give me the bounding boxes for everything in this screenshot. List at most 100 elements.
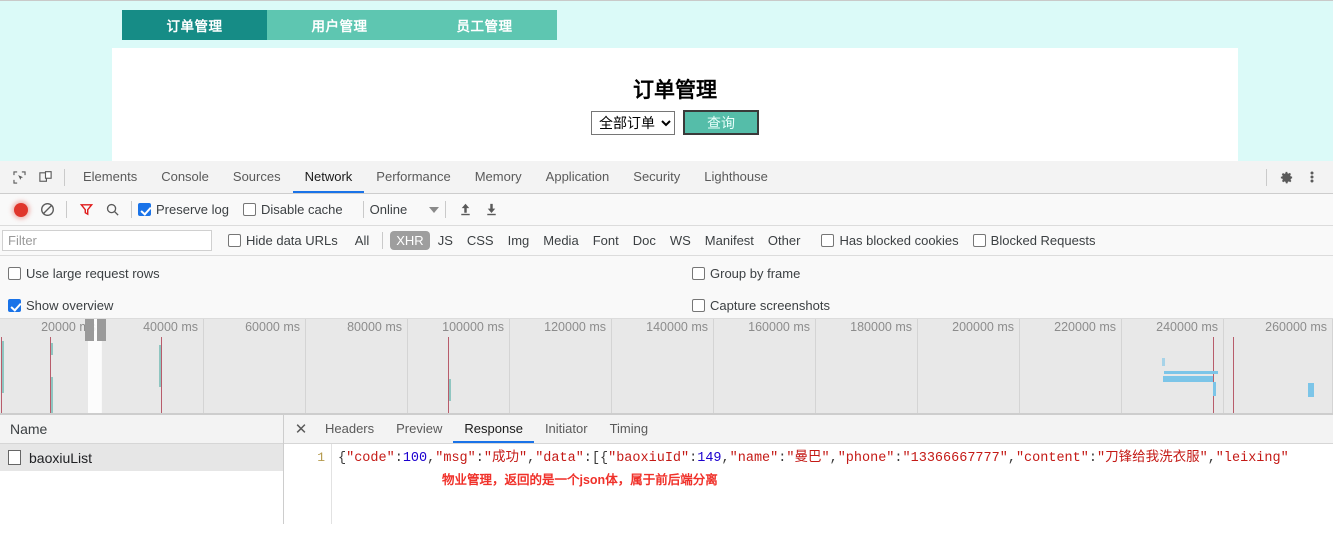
tab-elements[interactable]: Elements [71, 161, 149, 193]
throttling-value: Online [369, 202, 408, 217]
device-toolbar-icon[interactable] [32, 164, 58, 190]
network-overview-timeline[interactable]: 20000 ms 40000 ms 60000 ms 80000 ms 1000… [0, 319, 1333, 414]
search-icon[interactable] [99, 197, 125, 223]
overview-request-marker [1233, 337, 1234, 413]
overview-tick: 120000 ms [510, 319, 612, 413]
document-icon [8, 450, 21, 465]
type-chip-xhr[interactable]: XHR [390, 231, 430, 250]
type-chip-doc[interactable]: Doc [627, 231, 662, 250]
detail-tabstrip: ✕ Headers Preview Response Initiator Tim… [284, 415, 1333, 444]
clear-icon[interactable] [34, 197, 60, 223]
tab-security[interactable]: Security [621, 161, 692, 193]
more-options-icon[interactable] [1299, 164, 1325, 190]
blocked-requests-box [972, 234, 986, 247]
hide-data-urls-label: Hide data URLs [246, 233, 338, 248]
use-large-request-rows-checkbox[interactable]: Use large request rows [8, 266, 160, 281]
json-token-punct: , [1007, 451, 1016, 466]
nav-tab-users[interactable]: 用户管理 [267, 10, 412, 40]
close-icon[interactable]: ✕ [288, 416, 314, 442]
response-json-text: {"code":100,"msg":"成功","data":[{"baoxiuI… [332, 444, 1333, 468]
tab-application[interactable]: Application [534, 161, 622, 193]
annotation-text: 物业管理，返回的是一个json体，属于前后端分离 [442, 473, 718, 487]
json-token-key: "name" [729, 451, 779, 466]
show-overview-checkbox[interactable]: Show overview [8, 298, 113, 313]
type-chip-font[interactable]: Font [587, 231, 625, 250]
hide-data-urls-checkbox[interactable]: Hide data URLs [228, 233, 338, 248]
overview-tick: 140000 ms [612, 319, 714, 413]
disable-cache-box [242, 203, 256, 216]
json-token-key: "曼巴" [786, 451, 830, 466]
overview-request-bar [1213, 382, 1216, 396]
detail-tab-initiator[interactable]: Initiator [534, 415, 599, 443]
tab-console[interactable]: Console [149, 161, 221, 193]
tab-memory[interactable]: Memory [463, 161, 534, 193]
query-button[interactable]: 查询 [683, 110, 759, 135]
filter-input[interactable] [2, 230, 212, 251]
device-toolbar-glyph [38, 170, 52, 182]
search-glyph [106, 203, 119, 216]
json-token-punct: :[{ [583, 451, 609, 466]
type-chip-ws[interactable]: WS [664, 231, 697, 250]
blocked-requests-checkbox[interactable]: Blocked Requests [972, 233, 1095, 248]
import-glyph [461, 203, 470, 216]
detail-tab-preview[interactable]: Preview [385, 415, 453, 443]
line-number-gutter: 1 [284, 444, 332, 524]
page-title: 订单管理 [633, 79, 717, 102]
show-overview-label: Show overview [26, 298, 114, 313]
type-chip-img[interactable]: Img [502, 231, 536, 250]
filter-glyph [79, 204, 93, 216]
type-chip-other[interactable]: Other [762, 231, 807, 250]
overview-tick: 40000 ms [102, 319, 204, 413]
detail-tab-response[interactable]: Response [453, 415, 534, 443]
overview-tick-label: 240000 ms [1156, 320, 1218, 334]
request-list-header-name[interactable]: Name [0, 415, 283, 444]
order-filter-select[interactable]: 全部订单 [591, 110, 675, 135]
table-row[interactable]: baoxiuList [0, 444, 283, 471]
tab-performance[interactable]: Performance [364, 161, 462, 193]
tab-sources[interactable]: Sources [221, 161, 293, 193]
gear-icon[interactable] [1273, 164, 1299, 190]
detail-tab-headers[interactable]: Headers [314, 415, 385, 443]
tab-network[interactable]: Network [293, 161, 365, 193]
inspect-element-icon[interactable] [6, 164, 32, 190]
filter-icon[interactable] [73, 197, 99, 223]
overview-tick: 100000 ms [408, 319, 510, 413]
disable-cache-checkbox[interactable]: Disable cache [242, 202, 343, 217]
type-chip-media[interactable]: Media [537, 231, 584, 250]
overview-tick: 80000 ms [306, 319, 408, 413]
type-chip-js[interactable]: JS [432, 231, 459, 250]
overview-selection-handle-right[interactable] [97, 319, 106, 341]
overview-request-marker [448, 337, 449, 413]
type-chip-css[interactable]: CSS [461, 231, 500, 250]
show-overview-box [8, 299, 21, 312]
json-token-key: "msg" [435, 451, 476, 466]
json-token-key: "13366667777" [902, 451, 1008, 466]
overview-request-marker [1213, 337, 1214, 413]
detail-tab-timing[interactable]: Timing [599, 415, 660, 443]
network-filter-bar: Hide data URLs All XHR JS CSS Img Media … [0, 226, 1333, 256]
more-options-glyph [1310, 171, 1314, 183]
overview-request-bar [1163, 376, 1213, 382]
json-token-punct: : [394, 451, 403, 466]
overview-activity-bar [159, 345, 161, 387]
network-toolbar: Preserve log Disable cache Online [0, 194, 1333, 226]
type-chip-manifest[interactable]: Manifest [699, 231, 760, 250]
response-body[interactable]: 1 {"code":100,"msg":"成功","data":[{"baoxi… [284, 444, 1333, 524]
json-token-num: 100 [402, 451, 428, 466]
throttling-select[interactable]: Online [370, 202, 440, 217]
network-settings-rows: Use large request rows Group by frame Sh… [0, 256, 1333, 319]
overview-selection-handle-left[interactable] [85, 319, 94, 341]
record-icon[interactable] [8, 197, 34, 223]
import-har-icon[interactable] [452, 197, 478, 223]
nav-tab-orders[interactable]: 订单管理 [122, 10, 267, 40]
json-token-punct: : [475, 451, 484, 466]
json-token-punct: , [721, 451, 730, 466]
group-by-frame-checkbox[interactable]: Group by frame [692, 266, 800, 281]
tab-lighthouse[interactable]: Lighthouse [692, 161, 780, 193]
capture-screenshots-checkbox[interactable]: Capture screenshots [692, 298, 830, 313]
has-blocked-cookies-checkbox[interactable]: Has blocked cookies [821, 233, 959, 248]
export-har-icon[interactable] [478, 197, 504, 223]
type-chip-all[interactable]: All [349, 231, 375, 250]
nav-tab-staff[interactable]: 员工管理 [412, 10, 557, 40]
preserve-log-checkbox[interactable]: Preserve log [138, 202, 229, 217]
